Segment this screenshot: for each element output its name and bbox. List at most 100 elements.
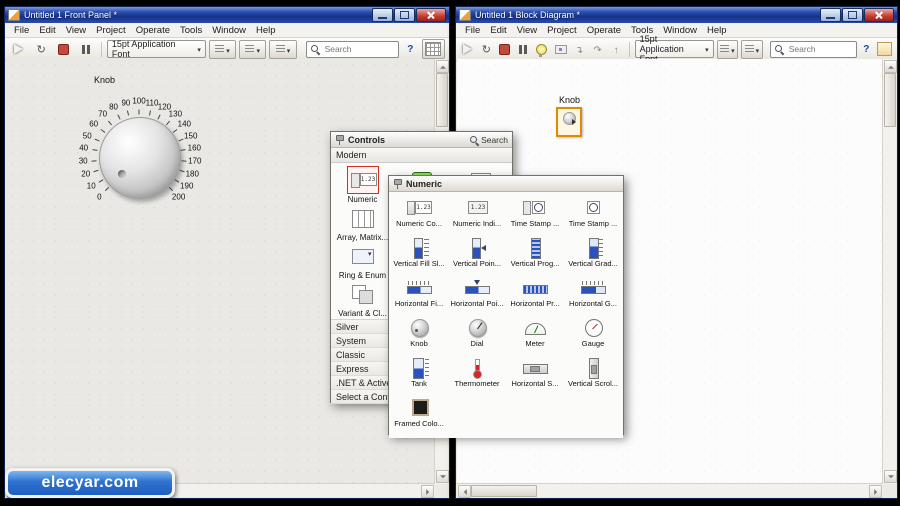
highlight-execution-button[interactable]: [534, 40, 550, 59]
menu-project[interactable]: Project: [91, 24, 131, 37]
menu-view[interactable]: View: [512, 24, 542, 37]
palette-item-numeric-indi[interactable]: Numeric Indi...: [448, 195, 506, 235]
palette-item-label: Numeric Indi...: [452, 219, 502, 228]
palette-item-gauge[interactable]: Gauge: [564, 315, 622, 355]
menu-file[interactable]: File: [460, 24, 485, 37]
palette-item-vertical-scrol[interactable]: Vertical Scrol...: [564, 355, 622, 395]
palette-item-dial[interactable]: Dial: [448, 315, 506, 355]
search-input[interactable]: [786, 43, 853, 55]
scroll-down-button[interactable]: [436, 470, 449, 483]
knob-terminal[interactable]: [556, 107, 582, 137]
palette-item-label: Vertical Poin...: [453, 259, 501, 268]
menu-view[interactable]: View: [61, 24, 91, 37]
toolbar-search[interactable]: [769, 40, 857, 58]
toolbar-search[interactable]: [305, 40, 400, 58]
palette-item-numeric[interactable]: Numeric: [333, 166, 392, 204]
scroll-up-button[interactable]: [884, 60, 897, 73]
close-button[interactable]: [864, 8, 894, 22]
align-objects-dropdown[interactable]: [716, 39, 739, 59]
align-objects-dropdown[interactable]: [208, 39, 237, 59]
menu-edit[interactable]: Edit: [485, 24, 511, 37]
palette-item-knob[interactable]: Knob: [390, 315, 448, 355]
scrollbar-thumb[interactable]: [471, 485, 537, 497]
category-modern[interactable]: Modern: [331, 148, 512, 163]
maximize-button[interactable]: [394, 8, 415, 22]
pause-button[interactable]: [516, 40, 532, 59]
abort-button[interactable]: [497, 40, 513, 59]
help-button[interactable]: ?: [860, 41, 873, 58]
font-selector[interactable]: 15pt Application Font: [634, 34, 714, 64]
menu-help[interactable]: Help: [251, 24, 281, 37]
palette-item-thermometer[interactable]: Thermometer: [448, 355, 506, 395]
menu-operate[interactable]: Operate: [582, 24, 626, 37]
step-over-button[interactable]: [590, 40, 606, 59]
run-continuous-button[interactable]: [479, 40, 495, 59]
distribute-objects-dropdown[interactable]: [741, 39, 763, 59]
menu-project[interactable]: Project: [542, 24, 582, 37]
pause-button[interactable]: [76, 40, 95, 59]
maximize-button[interactable]: [842, 8, 863, 22]
scroll-left-button[interactable]: [458, 485, 471, 498]
menu-help[interactable]: Help: [702, 24, 732, 37]
pushpin-icon[interactable]: [393, 178, 402, 189]
numeric-palette-grid: Numeric Co... Numeric Indi... Time Stamp .…: [389, 192, 623, 438]
palette-item-horizontal-fi[interactable]: Horizontal Fi...: [390, 275, 448, 315]
pushpin-icon[interactable]: [335, 134, 344, 145]
vertical-scrollbar[interactable]: [882, 59, 897, 484]
abort-button[interactable]: [54, 40, 73, 59]
palette-item-horizontal-s[interactable]: Horizontal S...: [506, 355, 564, 395]
palette-item-ring-enum[interactable]: Ring & Enum: [333, 242, 392, 280]
palette-item-variant-cl[interactable]: Variant & Cl...: [333, 280, 392, 318]
font-selector[interactable]: 15pt Application Font: [106, 39, 206, 59]
menu-file[interactable]: File: [9, 24, 34, 37]
run-continuous-button[interactable]: [31, 40, 50, 59]
palette-item-vertical-poin[interactable]: Vertical Poin...: [448, 235, 506, 275]
search-input[interactable]: [322, 43, 389, 55]
palette-item-meter[interactable]: Meter: [506, 315, 564, 355]
palette-item-vertical-fill-sl[interactable]: Vertical Fill Sl...: [390, 235, 448, 275]
palette-titlebar[interactable]: Numeric: [389, 176, 623, 192]
scrollbar-thumb[interactable]: [436, 73, 448, 127]
minimize-button[interactable]: [820, 8, 841, 22]
scroll-up-button[interactable]: [436, 60, 449, 73]
palette-item-time-stamp[interactable]: Time Stamp ...: [564, 195, 622, 235]
run-button[interactable]: [9, 40, 28, 59]
menu-operate[interactable]: Operate: [131, 24, 175, 37]
close-button[interactable]: [416, 8, 446, 22]
run-button[interactable]: [460, 40, 476, 59]
menu-edit[interactable]: Edit: [34, 24, 60, 37]
palette-item-array-matrix[interactable]: Array, Matrix...: [333, 204, 392, 242]
palette-item-vertical-prog[interactable]: Vertical Prog...: [506, 235, 564, 275]
palette-item-horizontal-poi[interactable]: Horizontal Poi...: [448, 275, 506, 315]
palette-item-horizontal-pr[interactable]: Horizontal Pr...: [506, 275, 564, 315]
titlebar[interactable]: Untitled 1 Front Panel *: [5, 7, 449, 23]
palette-item-framed-colo[interactable]: Framed Colo...: [390, 395, 448, 435]
knob-control[interactable]: Knob 0 10 20 30 40 50 60 70 80 90 100 110 120 130 140 1…: [54, 73, 229, 243]
step-into-button[interactable]: [571, 40, 587, 59]
scroll-right-button[interactable]: [869, 485, 882, 498]
help-button[interactable]: ?: [402, 41, 419, 58]
resize-objects-dropdown[interactable]: [269, 39, 297, 59]
retain-wire-values-button[interactable]: [553, 40, 569, 59]
step-out-button[interactable]: [608, 40, 624, 59]
horizontal-scrollbar[interactable]: [457, 483, 883, 498]
scroll-down-button[interactable]: [884, 470, 897, 483]
menu-window[interactable]: Window: [207, 24, 251, 37]
palette-item-numeric-co[interactable]: Numeric Co...: [390, 195, 448, 235]
minimize-button[interactable]: [372, 8, 393, 22]
palette-titlebar[interactable]: Controls Search: [331, 132, 512, 148]
palette-item-time-stamp[interactable]: Time Stamp ...: [506, 195, 564, 235]
distribute-objects-dropdown[interactable]: [239, 39, 267, 59]
scrollbar-thumb[interactable]: [884, 73, 896, 127]
grid-settings-button[interactable]: [421, 39, 445, 59]
clean-up-diagram-button[interactable]: [876, 40, 893, 59]
scroll-right-button[interactable]: [421, 485, 434, 498]
palette-item-horizontal-g[interactable]: Horizontal G...: [564, 275, 622, 315]
thermo-icon: [463, 357, 491, 379]
menu-tools[interactable]: Tools: [175, 24, 207, 37]
palette-item-tank[interactable]: Tank: [390, 355, 448, 395]
palette-search-button[interactable]: Search: [469, 135, 508, 145]
titlebar[interactable]: Untitled 1 Block Diagram *: [456, 7, 897, 23]
palette-item-vertical-grad[interactable]: Vertical Grad...: [564, 235, 622, 275]
palette-item-label: Vertical Fill Sl...: [393, 259, 445, 268]
